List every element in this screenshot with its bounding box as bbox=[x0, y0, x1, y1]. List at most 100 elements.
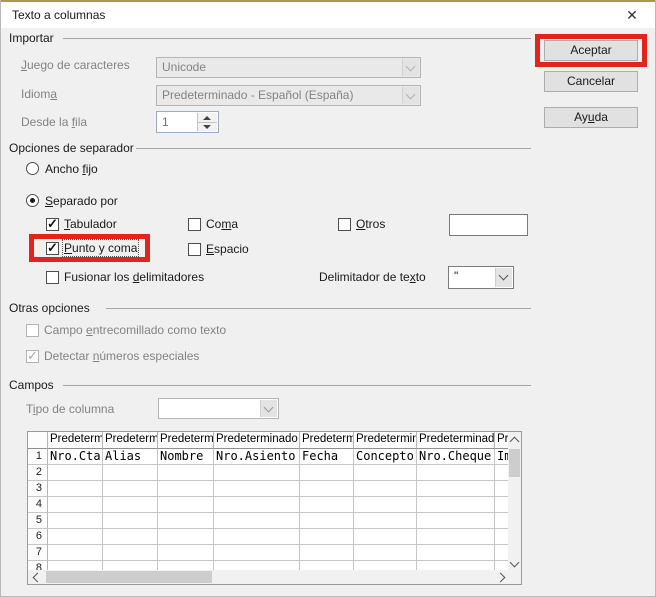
detect-numbers-label: Detectar números especiales bbox=[44, 349, 199, 363]
preview-cell bbox=[300, 497, 354, 513]
close-icon[interactable]: ✕ bbox=[619, 5, 645, 26]
semicolon-label[interactable]: Punto y coma bbox=[64, 241, 137, 255]
preview-cell: Concepto bbox=[354, 449, 417, 465]
preview-cell bbox=[300, 545, 354, 561]
preview-column-header[interactable]: Predeterminado bbox=[354, 432, 417, 449]
preview-row: 2 bbox=[28, 465, 508, 481]
preview-column-header[interactable]: Predeterminado bbox=[495, 432, 508, 449]
preview-column-header[interactable]: Predeterminado bbox=[158, 432, 214, 449]
preview-row-number: 8 bbox=[28, 561, 48, 570]
preview-cell bbox=[417, 497, 495, 513]
preview-corner-cell bbox=[28, 432, 48, 449]
charset-combobox[interactable]: Unicode bbox=[156, 57, 421, 78]
preview-cell bbox=[354, 513, 417, 529]
group-line-campos bbox=[63, 385, 531, 386]
fixed-width-radio[interactable] bbox=[26, 162, 39, 175]
title-bar[interactable]: Texto a columnas ✕ bbox=[1, 2, 656, 28]
preview-column-header[interactable]: Predeterminado bbox=[300, 432, 354, 449]
preview-cell bbox=[158, 481, 214, 497]
from-row-label: Desde la fila bbox=[21, 115, 87, 129]
dialog-title: Texto a columnas bbox=[12, 8, 105, 22]
vertical-scrollbar[interactable] bbox=[508, 432, 521, 570]
preview-cell: Nro.Cheque bbox=[417, 449, 495, 465]
separated-by-radio[interactable] bbox=[26, 194, 39, 207]
preview-column-header[interactable]: Predeterminado bbox=[214, 432, 300, 449]
spinner-buttons bbox=[197, 113, 217, 131]
detect-numbers-checkbox bbox=[26, 350, 39, 363]
preview-cell bbox=[354, 545, 417, 561]
other-checkbox[interactable] bbox=[338, 218, 351, 231]
preview-cell bbox=[417, 465, 495, 481]
from-row-spinner[interactable]: 1 bbox=[156, 111, 219, 133]
preview-cell bbox=[214, 497, 300, 513]
scroll-down-icon[interactable] bbox=[508, 556, 521, 569]
preview-cell bbox=[48, 481, 103, 497]
cancel-button[interactable]: Cancelar bbox=[544, 71, 638, 92]
other-separator-input[interactable] bbox=[449, 214, 528, 236]
preview-cell bbox=[495, 529, 508, 545]
chevron-down-icon[interactable] bbox=[402, 59, 419, 76]
help-button[interactable]: Ayuda bbox=[544, 107, 638, 128]
preview-cell bbox=[158, 497, 214, 513]
chevron-down-icon bbox=[260, 400, 277, 417]
preview-cell bbox=[354, 497, 417, 513]
semicolon-checkbox[interactable] bbox=[46, 242, 59, 255]
preview-cell bbox=[158, 465, 214, 481]
merge-delimiters-checkbox[interactable] bbox=[46, 271, 59, 284]
preview-cell: Nro.Cta bbox=[48, 449, 103, 465]
spin-down-icon[interactable] bbox=[198, 122, 217, 131]
preview-cell bbox=[417, 545, 495, 561]
preview-cell bbox=[103, 545, 158, 561]
horizontal-scrollbar[interactable] bbox=[28, 570, 521, 584]
preview-row: 5 bbox=[28, 513, 508, 529]
preview-column-header[interactable]: Predeterminado bbox=[48, 432, 103, 449]
vertical-scrollbar-thumb[interactable] bbox=[509, 449, 520, 477]
column-type-label: Tipo de columna bbox=[26, 402, 114, 416]
tab-checkbox[interactable] bbox=[46, 218, 59, 231]
text-delimiter-combobox[interactable]: " bbox=[448, 266, 514, 289]
preview-cell bbox=[48, 497, 103, 513]
merge-delimiters-label[interactable]: Fusionar los delimitadores bbox=[64, 270, 204, 284]
from-row-value: 1 bbox=[162, 115, 169, 129]
chevron-down-icon[interactable] bbox=[495, 268, 512, 287]
charset-label: Juego de caracteres bbox=[21, 58, 130, 72]
scroll-right-icon[interactable] bbox=[494, 570, 507, 583]
preview-column-header[interactable]: Predeterminado bbox=[417, 432, 495, 449]
preview-row-number: 3 bbox=[28, 481, 48, 497]
preview-row-number: 5 bbox=[28, 513, 48, 529]
scroll-left-icon[interactable] bbox=[29, 570, 42, 583]
preview-cell: Importe bbox=[495, 449, 508, 465]
preview-grid: PredeterminadoPredeterminadoPredetermina… bbox=[28, 432, 508, 570]
horizontal-scrollbar-thumb[interactable] bbox=[46, 571, 212, 583]
preview-cell bbox=[158, 545, 214, 561]
preview-cell bbox=[495, 497, 508, 513]
space-checkbox[interactable] bbox=[188, 243, 201, 256]
preview-column-header[interactable]: Predeterminado bbox=[103, 432, 158, 449]
tab-label[interactable]: Tabulador bbox=[64, 217, 117, 231]
comma-checkbox[interactable] bbox=[188, 218, 201, 231]
chevron-down-icon[interactable] bbox=[402, 87, 419, 104]
preview-row-number: 6 bbox=[28, 529, 48, 545]
preview-cell bbox=[300, 561, 354, 570]
fixed-width-label[interactable]: Ancho fijo bbox=[45, 162, 98, 176]
preview-row: 3 bbox=[28, 481, 508, 497]
other-label[interactable]: Otros bbox=[356, 217, 385, 231]
group-line-separador bbox=[136, 148, 531, 149]
scroll-up-icon[interactable] bbox=[508, 433, 521, 446]
space-label[interactable]: Espacio bbox=[206, 242, 249, 256]
preview-row-number: 4 bbox=[28, 497, 48, 513]
preview-cell bbox=[495, 513, 508, 529]
language-combobox[interactable]: Predeterminado - Español (España) bbox=[156, 85, 421, 106]
charset-value: Unicode bbox=[162, 60, 402, 74]
preview-cell bbox=[354, 465, 417, 481]
preview-row: 1Nro.CtaAliasNombreNro.AsientoFechaConce… bbox=[28, 449, 508, 465]
comma-label[interactable]: Coma bbox=[206, 217, 238, 231]
preview-cell bbox=[48, 561, 103, 570]
separated-by-label[interactable]: Separado por bbox=[45, 194, 118, 208]
preview-cell bbox=[417, 513, 495, 529]
preview-cell bbox=[48, 513, 103, 529]
preview-cell bbox=[214, 529, 300, 545]
preview-cell bbox=[417, 529, 495, 545]
accept-button[interactable]: Aceptar bbox=[544, 40, 638, 61]
preview-cell bbox=[158, 513, 214, 529]
